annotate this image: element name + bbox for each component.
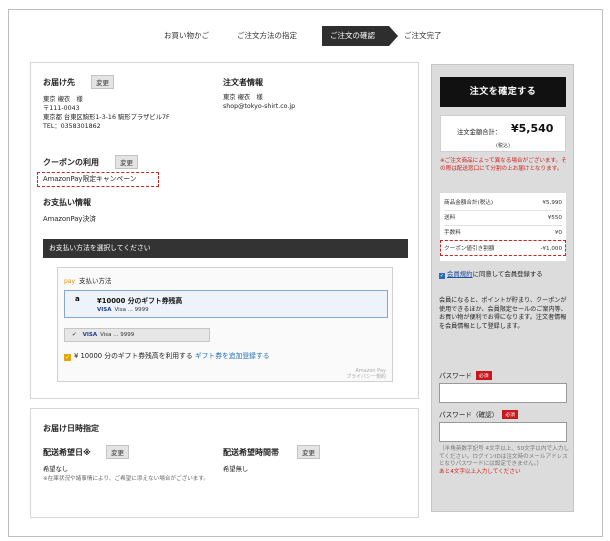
orderer-title: 注文者情報 (223, 78, 263, 87)
delivery-change-button[interactable]: 変更 (91, 75, 114, 89)
delivery-name: 東京 襯衣 様 (43, 96, 83, 103)
date-change-button[interactable]: 変更 (106, 445, 129, 459)
coupon-change-button[interactable]: 変更 (115, 155, 138, 169)
coupon-discount-highlight (440, 240, 566, 256)
total-amount: ¥5,540 (511, 122, 554, 135)
delivery-tel: TEL：0358301862 (43, 123, 101, 130)
fee-row: 手数料 ¥0 (444, 230, 562, 236)
pay-logo-icon: pay (64, 278, 76, 285)
orderer-name: 東京 襯衣 様 (223, 94, 263, 101)
visa-brand-icon: VISA (82, 332, 98, 338)
use-gift-checkbox[interactable]: ✓ ¥ 10000 分のギフト券残高を利用する ギフト券を追加登録する (64, 350, 270, 361)
delivery-postal: 〒111-0043 (43, 105, 80, 112)
gift-card-label: VISA Visa ... 9999 (97, 307, 149, 313)
password-confirm-label: パスワード（確認） 必須 (439, 409, 518, 419)
gift-balance-option[interactable]: a ¥10000 分のギフト券残高 VISA Visa ... 9999 (64, 290, 388, 318)
schedule-title: お届け日時指定 (43, 424, 99, 433)
member-agree-checkbox[interactable]: ✓ 会員規約に同意して会員登録する (439, 270, 569, 279)
step-cart: お買い物かご (164, 31, 209, 40)
order-info-panel: お届け先 変更 東京 襯衣 様 〒111-0043 東京都 台東区駒形1-3-1… (30, 62, 419, 399)
check-icon: ✔ (72, 332, 77, 338)
pay-widget-title: pay 支払い方法 (64, 277, 112, 285)
step-order-method: ご注文方法の指定 (237, 31, 297, 40)
checkbox-checked-icon: ✓ (439, 273, 445, 279)
password-input[interactable] (439, 383, 567, 403)
step-order-complete: ご注文完了 (404, 31, 442, 40)
date-title: 配送希望日※ (43, 448, 91, 457)
amazon-pay-widget: pay 支払い方法 a ¥10000 分のギフト券残高 VISA Visa ... … (57, 267, 393, 382)
payment-select-bar: お支払い方法を選択してください (43, 239, 408, 258)
member-benefit-text: 会員になると、ポイントが貯まり、クーポンが使用できるほか、会員限定セールのご案内… (439, 297, 567, 330)
required-badge: 必須 (475, 371, 492, 380)
total-label: 注文金額合計： (457, 129, 502, 136)
visa-card-option[interactable]: ✔ VISA Visa ... 9999 (64, 328, 210, 342)
coupon-title: クーポンの利用 (43, 158, 99, 167)
member-terms-link[interactable]: 会員規約 (447, 270, 473, 278)
delivery-title: お届け先 (43, 78, 75, 87)
shipping-row: 送料 ¥550 (444, 215, 562, 221)
time-change-button[interactable]: 変更 (297, 445, 320, 459)
password-hint: （半角英数字記号 4文字以上、50文字以内で入力してください。ログインIDは注文… (439, 446, 569, 475)
visa-icon: VISA (97, 307, 112, 313)
time-title: 配送希望時間帯 (223, 448, 279, 457)
gift-balance-title: ¥10000 分のギフト券残高 (97, 297, 183, 305)
orderer-email: shop@tokyo-shirt.co.jp (223, 103, 296, 110)
price-breakdown: 商品金額合計(税込) ¥5,990 送料 ¥550 手数料 ¥0 クーポン値引き割額 -… (440, 193, 566, 261)
privacy-link[interactable]: プライバシー規約 (346, 374, 386, 380)
password-confirm-input[interactable] (439, 422, 567, 442)
delivery-address: 東京都 台東区駒形1-3-16 駒形プラザビル7F (43, 114, 170, 121)
password-label: パスワード 必須 (439, 370, 492, 380)
checkout-steps: お買い物かご ご注文方法の指定 ご注文の確認 ご注文完了 (152, 26, 462, 46)
date-value: 希望なし (43, 466, 69, 473)
tax-label: (税込) (496, 143, 510, 149)
date-note: ※在庫状況や諸事情により、ご希望に添えない場合がございます。 (43, 476, 210, 482)
shipping-notice: ※ご注文商品によって異なる場合がございます。その際は配送窓口にて分割の上お届けと… (440, 158, 567, 172)
subtotal-row: 商品金額合計(税込) ¥5,990 (444, 200, 562, 206)
payment-title: お支払い情報 (43, 198, 91, 207)
coupon-value: AmazonPay限定キャンペーン (43, 175, 137, 183)
password-error: あと4文字以上入力してください (439, 468, 521, 475)
add-gift-link[interactable]: ギフト券を追加登録する (195, 352, 270, 360)
hand-pointer-icon: ☝ (544, 91, 555, 112)
payment-method: AmazonPay決済 (43, 215, 97, 223)
required-badge: 必須 (502, 410, 518, 419)
time-value: 希望無し (223, 466, 249, 473)
step-order-confirm: ご注文の確認 (322, 26, 398, 46)
checkbox-checked-icon: ✓ (64, 354, 71, 361)
amazon-logo-icon: a (75, 295, 80, 303)
order-total-box: 注文金額合計： ¥5,540 (税込) (440, 115, 566, 152)
amazon-pay-footer: Amazon Pay プライバシー規約 (346, 368, 386, 380)
delivery-schedule-panel: お届け日時指定 配送希望日※ 変更 希望なし ※在庫状況や諸事情により、ご希望に… (30, 408, 419, 518)
order-sidebar: 注文を確定する ☝ 注文金額合計： ¥5,540 (税込) ※ご注文商品によって… (431, 64, 574, 512)
